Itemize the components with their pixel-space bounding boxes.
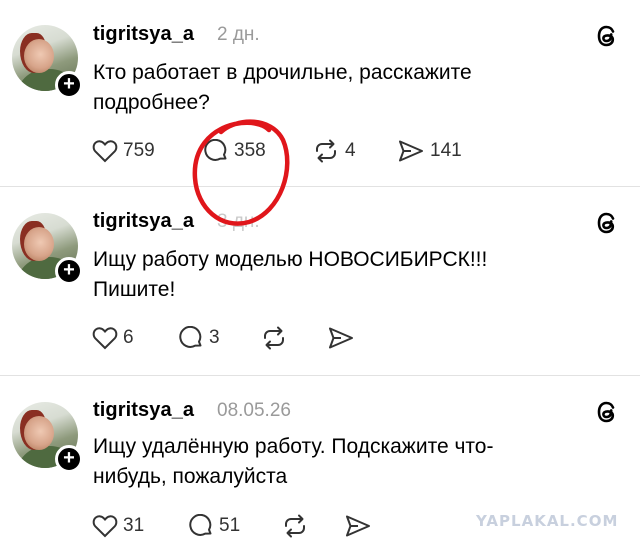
post-text: Ищу удалённую работу. Подскажите что-ниб… [93, 435, 494, 488]
comment-count: 51 [219, 515, 241, 536]
share-icon [399, 140, 423, 162]
username[interactable]: tigritsya_a [93, 23, 194, 46]
repost-button[interactable] [260, 326, 288, 350]
heart-icon [92, 140, 118, 163]
username[interactable]: tigritsya_a [93, 210, 194, 233]
repost-button[interactable] [281, 514, 309, 538]
share-button[interactable] [344, 514, 372, 538]
heart-icon [92, 515, 118, 538]
like-button[interactable]: 759 [92, 139, 155, 163]
heart-icon [92, 327, 118, 350]
threads-logo-icon[interactable] [593, 398, 621, 426]
comment-icon [179, 326, 202, 348]
post-2: + tigritsya_a 3 дн. Ищу работу моделью Н… [0, 187, 640, 374]
username[interactable]: tigritsya_a [93, 399, 194, 422]
share-icon [346, 515, 370, 537]
post-text: Ищу работу моделью НОВОСИБИРСК!!! Пишите… [93, 248, 488, 301]
threads-logo-icon[interactable] [593, 22, 621, 50]
follow-plus-icon[interactable]: + [55, 71, 83, 99]
post-date: 08.05.26 [217, 400, 291, 421]
post-date: 2 дн. [217, 24, 260, 45]
repost-button[interactable]: 4 [312, 139, 356, 163]
share-count: 141 [430, 140, 462, 161]
repost-icon [316, 139, 336, 163]
follow-plus-icon[interactable]: + [55, 445, 83, 473]
like-count: 31 [123, 515, 145, 536]
share-icon [329, 327, 353, 349]
comment-count: 3 [209, 327, 220, 348]
red-annotation-circle [192, 119, 290, 226]
repost-icon [285, 514, 305, 538]
comment-button[interactable]: 3 [178, 326, 220, 350]
post-text: Кто работает в дрочильне, расскажите под… [93, 61, 472, 114]
share-button[interactable] [327, 326, 355, 350]
watermark: YAPLAKAL.COM [476, 512, 619, 530]
post-1: + tigritsya_a 2 дн. Кто работает в дрочи… [0, 0, 640, 185]
like-button[interactable]: 31 [92, 514, 144, 538]
comment-icon [189, 514, 212, 536]
share-button[interactable]: 141 [397, 139, 462, 163]
like-button[interactable]: 6 [92, 326, 134, 350]
like-count: 759 [123, 140, 155, 161]
threads-logo-icon[interactable] [593, 209, 621, 237]
like-count: 6 [123, 327, 134, 348]
comment-button[interactable]: 51 [188, 514, 240, 538]
repost-icon [264, 326, 284, 350]
repost-count: 4 [345, 140, 356, 161]
follow-plus-icon[interactable]: + [55, 257, 83, 285]
